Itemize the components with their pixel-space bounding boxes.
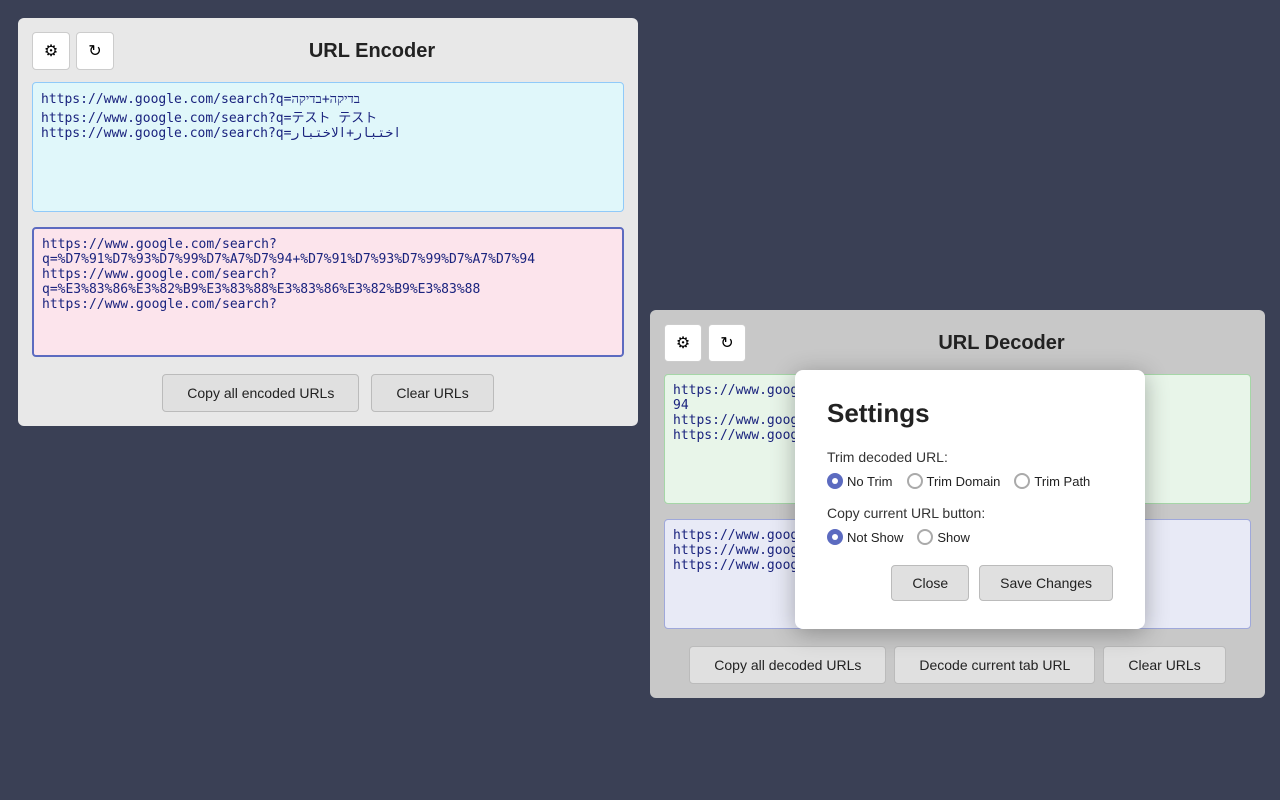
decoder-header: ⚙ ↻ URL Decoder [664, 324, 1251, 362]
modal-btn-row: Close Save Changes [827, 565, 1113, 601]
encoder-copy-button[interactable]: Copy all encoded URLs [162, 374, 359, 412]
no-trim-label: No Trim [847, 474, 893, 489]
trim-domain-label: Trim Domain [927, 474, 1001, 489]
encoder-gear-icon: ⚙ [44, 41, 58, 61]
decoder-gear-icon: ⚙ [676, 333, 690, 353]
show-radio-icon [917, 529, 933, 545]
save-changes-button[interactable]: Save Changes [979, 565, 1113, 601]
trim-path-label: Trim Path [1034, 474, 1090, 489]
trim-option-trim-path[interactable]: Trim Path [1014, 473, 1090, 489]
encoder-gear-button[interactable]: ⚙ [32, 32, 70, 70]
copy-btn-label: Copy current URL button: [827, 505, 1113, 521]
not-show-label: Not Show [847, 530, 903, 545]
copy-radio-group: Not Show Show [827, 529, 1113, 545]
encoder-refresh-icon: ↻ [88, 41, 101, 61]
decoder-btn-row: Copy all decoded URLs Decode current tab… [664, 646, 1251, 684]
decoder-title: URL Decoder [752, 332, 1251, 355]
trim-option-no-trim[interactable]: No Trim [827, 473, 893, 489]
decoder-refresh-button[interactable]: ↻ [708, 324, 746, 362]
close-button[interactable]: Close [891, 565, 969, 601]
show-label: Show [937, 530, 970, 545]
settings-modal: Settings Trim decoded URL: No Trim Trim … [795, 370, 1145, 629]
decoder-clear-button[interactable]: Clear URLs [1103, 646, 1225, 684]
copy-option-show[interactable]: Show [917, 529, 970, 545]
decoder-refresh-icon: ↻ [720, 333, 733, 353]
encoder-output[interactable]: https://www.google.com/search?q=%D7%91%D… [32, 227, 624, 357]
encoder-clear-button[interactable]: Clear URLs [371, 374, 493, 412]
trim-radio-group: No Trim Trim Domain Trim Path [827, 473, 1113, 489]
encoder-refresh-button[interactable]: ↻ [76, 32, 114, 70]
copy-option-not-show[interactable]: Not Show [827, 529, 903, 545]
encoder-panel: ⚙ ↻ URL Encoder https://www.google.com/s… [18, 18, 638, 426]
no-trim-radio-icon [827, 473, 843, 489]
encoder-btn-row: Copy all encoded URLs Clear URLs [32, 374, 624, 412]
trim-path-radio-icon [1014, 473, 1030, 489]
decoder-decode-tab-button[interactable]: Decode current tab URL [894, 646, 1095, 684]
trim-url-label: Trim decoded URL: [827, 449, 1113, 465]
not-show-radio-icon [827, 529, 843, 545]
trim-domain-radio-icon [907, 473, 923, 489]
encoder-title: URL Encoder [120, 40, 624, 63]
decoder-gear-button[interactable]: ⚙ [664, 324, 702, 362]
encoder-input[interactable]: https://www.google.com/search?q=בדיקה+בד… [32, 82, 624, 212]
trim-option-trim-domain[interactable]: Trim Domain [907, 473, 1001, 489]
encoder-header: ⚙ ↻ URL Encoder [32, 32, 624, 70]
settings-title: Settings [827, 398, 1113, 429]
decoder-copy-button[interactable]: Copy all decoded URLs [689, 646, 886, 684]
